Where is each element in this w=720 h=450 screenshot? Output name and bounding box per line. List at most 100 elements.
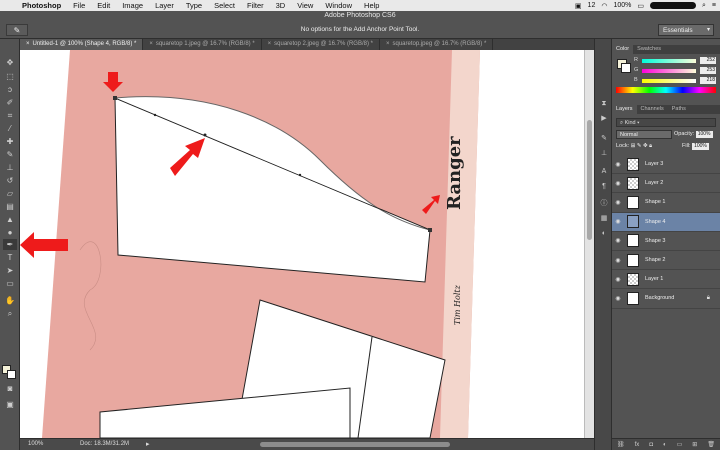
character-icon[interactable]: A bbox=[599, 167, 609, 176]
quick-mask-icon[interactable]: ◙ bbox=[3, 383, 17, 394]
tab-paths[interactable]: Paths bbox=[668, 105, 690, 114]
layer-row[interactable]: ◉ Shape 3 bbox=[612, 232, 720, 251]
blend-mode-select[interactable]: Normal bbox=[616, 130, 672, 139]
adjustment-layer-icon[interactable]: ◐ bbox=[663, 442, 667, 448]
eyedropper-tool-icon[interactable]: ⁄ bbox=[3, 123, 17, 134]
horizontal-scrollbar[interactable] bbox=[260, 442, 450, 447]
menu-list-icon[interactable]: ≡ bbox=[712, 2, 716, 9]
tab-squaretop-2[interactable]: × squaretop 2.jpeg @ 16.7% (RGB/8) * bbox=[262, 39, 380, 50]
opacity-field[interactable]: 100% bbox=[695, 131, 713, 138]
color-bg-swatch[interactable] bbox=[621, 63, 631, 73]
layer-filter[interactable]: ⌕ Kind ▾ bbox=[616, 118, 716, 127]
menu-view[interactable]: View bbox=[291, 1, 319, 10]
visibility-eye-icon[interactable]: ◉ bbox=[612, 180, 624, 187]
fx-icon[interactable]: fx bbox=[635, 442, 640, 448]
path-select-tool-icon[interactable]: ➤ bbox=[3, 265, 17, 276]
tab-layers[interactable]: Layers bbox=[612, 105, 637, 114]
menu-window[interactable]: Window bbox=[319, 1, 358, 10]
add-mask-icon[interactable]: ◘ bbox=[649, 442, 653, 448]
info-icon[interactable]: ⓘ bbox=[599, 199, 609, 208]
close-tab-icon[interactable]: × bbox=[268, 41, 272, 47]
wifi-icon[interactable]: ◠ bbox=[601, 2, 607, 10]
visibility-eye-icon[interactable]: ◉ bbox=[612, 276, 624, 283]
notification-icon[interactable]: ▣ bbox=[575, 2, 582, 10]
background-color-swatch[interactable] bbox=[7, 370, 16, 379]
layer-row[interactable]: ◉ Shape 1 bbox=[612, 193, 720, 213]
new-group-icon[interactable]: ▭ bbox=[677, 441, 683, 448]
close-tab-icon[interactable]: × bbox=[149, 41, 153, 47]
color-spectrum[interactable] bbox=[616, 87, 716, 93]
screen-mode-icon[interactable]: ▣ bbox=[3, 399, 17, 410]
new-layer-icon[interactable]: ⊞ bbox=[692, 441, 697, 448]
spotlight-icon[interactable]: ⌕ bbox=[702, 2, 706, 10]
history-icon[interactable]: ⧗ bbox=[599, 99, 609, 108]
menu-image[interactable]: Image bbox=[116, 1, 149, 10]
tab-squaretop-1[interactable]: × squaretop 1.jpeg @ 16.7% (RGB/8) * bbox=[143, 39, 262, 50]
channel-slider[interactable] bbox=[642, 69, 696, 73]
menu-filter[interactable]: Filter bbox=[241, 1, 270, 10]
tab-channels[interactable]: Channels bbox=[637, 105, 668, 114]
layer-row[interactable]: ◉ Layer 2 bbox=[612, 174, 720, 194]
zoom-level[interactable]: 100% bbox=[28, 441, 43, 447]
tab-color[interactable]: Color bbox=[612, 45, 634, 54]
type-tool-icon[interactable]: T bbox=[3, 252, 17, 263]
channel-value[interactable]: 252 bbox=[700, 57, 716, 64]
layer-row[interactable]: ◉ Layer 1 bbox=[612, 270, 720, 290]
blur-tool-icon[interactable]: ▲ bbox=[3, 214, 17, 225]
tab-untitled-1[interactable]: × Untitled-1 @ 100% (Shape 4, RGB/8) * bbox=[20, 39, 144, 50]
menu-edit[interactable]: Edit bbox=[91, 1, 116, 10]
channel-slider[interactable] bbox=[642, 79, 696, 83]
visibility-eye-icon[interactable]: ◉ bbox=[612, 257, 624, 264]
channel-value[interactable]: 218 bbox=[700, 77, 716, 84]
tab-squaretop[interactable]: × squaretop.jpeg @ 16.7% (RGB/8) * bbox=[380, 39, 494, 50]
lasso-tool-icon[interactable]: ↄ bbox=[3, 84, 17, 95]
lock-icons[interactable]: ⊞ ✎ ✥ 🔒︎ bbox=[631, 143, 652, 149]
visibility-eye-icon[interactable]: ◉ bbox=[612, 218, 624, 225]
menu-3d[interactable]: 3D bbox=[270, 1, 292, 10]
layer-row[interactable]: ◉ Layer 3 bbox=[612, 155, 720, 175]
delete-layer-icon[interactable]: 🗑︎ bbox=[707, 441, 715, 448]
actions-icon[interactable]: ▶ bbox=[599, 114, 609, 123]
quick-select-tool-icon[interactable]: ✐ bbox=[3, 97, 17, 108]
eraser-tool-icon[interactable]: ▱ bbox=[3, 188, 17, 199]
document-canvas[interactable]: Ranger Tim Holtz bbox=[20, 50, 584, 438]
menu-app[interactable]: Photoshop bbox=[16, 1, 67, 10]
workspace-select[interactable]: Essentials ▾ bbox=[658, 24, 714, 36]
menu-type[interactable]: Type bbox=[180, 1, 208, 10]
fill-field[interactable]: 100% bbox=[692, 143, 709, 150]
close-tab-icon[interactable]: × bbox=[386, 41, 390, 47]
vertical-scrollbar[interactable] bbox=[584, 50, 594, 438]
history-brush-tool-icon[interactable]: ↺ bbox=[3, 175, 17, 186]
crop-tool-icon[interactable]: ⌗ bbox=[3, 110, 17, 121]
visibility-eye-icon[interactable]: ◉ bbox=[612, 161, 624, 168]
marquee-tool-icon[interactable]: ⬚ bbox=[3, 71, 17, 82]
visibility-eye-icon[interactable]: ◉ bbox=[612, 199, 624, 206]
brush-panel-icon[interactable]: ✎ bbox=[599, 134, 609, 143]
layer-row-selected[interactable]: ◉ Shape 4 bbox=[612, 212, 720, 232]
dodge-tool-icon[interactable]: ● bbox=[3, 227, 17, 238]
visibility-eye-icon[interactable]: ◉ bbox=[612, 237, 624, 244]
link-layers-icon[interactable]: ⛓ bbox=[617, 441, 625, 448]
properties-icon[interactable]: ▦ bbox=[599, 214, 609, 223]
zoom-tool-icon[interactable]: ⌕ bbox=[3, 308, 17, 319]
channel-value[interactable]: 253 bbox=[700, 67, 716, 74]
pen-tool-icon[interactable]: ✒ bbox=[3, 239, 17, 250]
stamp-tool-icon[interactable]: ⊥ bbox=[3, 162, 17, 173]
adjustments-icon[interactable]: ◐ bbox=[599, 229, 609, 238]
battery-icon[interactable]: ▭ bbox=[637, 2, 644, 10]
clone-source-icon[interactable]: ⊥ bbox=[599, 149, 609, 158]
close-tab-icon[interactable]: × bbox=[26, 41, 30, 47]
menu-file[interactable]: File bbox=[67, 1, 91, 10]
hand-tool-icon[interactable]: ✋ bbox=[3, 295, 17, 306]
layer-row[interactable]: ◉ Background 🔒︎ bbox=[612, 289, 720, 309]
healing-tool-icon[interactable]: ✚ bbox=[3, 136, 17, 147]
visibility-eye-icon[interactable]: ◉ bbox=[612, 295, 624, 302]
scroll-thumb[interactable] bbox=[587, 120, 592, 240]
menu-layer[interactable]: Layer bbox=[149, 1, 180, 10]
paragraph-icon[interactable]: ¶ bbox=[599, 182, 609, 191]
layer-row[interactable]: ◉ Shape 2 bbox=[612, 251, 720, 271]
shape-tool-icon[interactable]: ▭ bbox=[3, 278, 17, 289]
gradient-tool-icon[interactable]: ▤ bbox=[3, 201, 17, 212]
status-menu-icon[interactable]: ▸ bbox=[146, 440, 150, 448]
menu-help[interactable]: Help bbox=[358, 1, 385, 10]
